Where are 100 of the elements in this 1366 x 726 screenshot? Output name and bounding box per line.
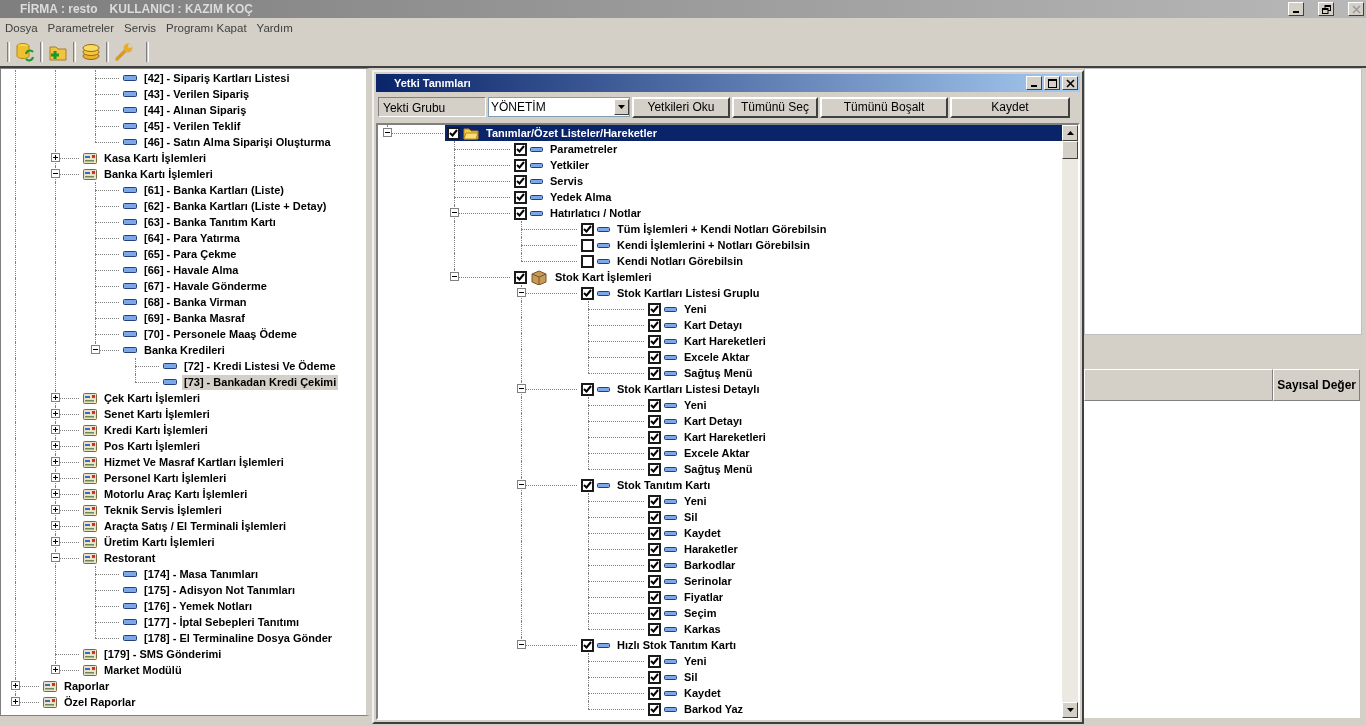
tree-item[interactable]: [178] - El Terminaline Dosya Gönder — [142, 630, 335, 646]
checkbox[interactable] — [648, 654, 661, 668]
checkbox[interactable] — [648, 334, 661, 348]
scrollbar[interactable] — [1062, 125, 1078, 718]
tree-item[interactable]: Personel Kartı İşlemleri — [102, 470, 229, 486]
tree-item[interactable]: [176] - Yemek Notları — [142, 598, 254, 614]
expand-toggle[interactable] — [51, 665, 60, 674]
checkbox[interactable] — [648, 558, 661, 572]
tree-item[interactable]: [177] - İptal Sebepleri Tanıtımı — [142, 614, 302, 630]
checkbox[interactable] — [648, 302, 661, 316]
checkbox[interactable] — [648, 686, 661, 700]
tree-item[interactable]: Servis — [512, 173, 1062, 189]
checkbox[interactable] — [447, 126, 460, 140]
checkbox[interactable] — [648, 398, 661, 412]
expand-toggle[interactable] — [51, 441, 60, 450]
expand-toggle[interactable] — [51, 169, 60, 178]
checkbox[interactable] — [648, 606, 661, 620]
expand-toggle[interactable] — [51, 457, 60, 466]
checkbox[interactable] — [581, 286, 594, 300]
tree-item[interactable]: Özel Raporlar — [62, 694, 138, 710]
tree-item[interactable]: Yeni — [646, 301, 1062, 317]
tree-item[interactable]: Yedek Alma — [512, 189, 1062, 205]
expand-toggle[interactable] — [517, 288, 526, 297]
tree-item[interactable]: [62] - Banka Kartları (Liste + Detay) — [142, 198, 329, 214]
minimize-button[interactable] — [1026, 76, 1042, 90]
tree-item[interactable]: Hızlı Stok Tanıtım Kartı — [579, 637, 1062, 653]
checkbox[interactable] — [648, 494, 661, 508]
tree-item[interactable]: Motorlu Araç Kartı İşlemleri — [102, 486, 250, 502]
tree-item[interactable]: Pos Kartı İşlemleri — [102, 438, 202, 454]
checkbox[interactable] — [648, 510, 661, 524]
tree-item[interactable]: Stok Kartları Listesi Detaylı — [579, 381, 1062, 397]
expand-toggle[interactable] — [51, 521, 60, 530]
expand-toggle[interactable] — [51, 553, 60, 562]
dialog-button[interactable]: Kaydet — [950, 96, 1070, 118]
tree-item[interactable]: [67] - Havale Gönderme — [142, 278, 269, 294]
checkbox[interactable] — [648, 462, 661, 476]
expand-toggle[interactable] — [11, 681, 20, 690]
tree-item[interactable]: [45] - Verilen Teklif — [142, 118, 243, 134]
expand-toggle[interactable] — [11, 697, 20, 706]
checkbox[interactable] — [581, 238, 594, 252]
tree-item[interactable]: Excele Aktar — [646, 349, 1062, 365]
tree-item[interactable]: Stok Tanıtım Kartı — [579, 477, 1062, 493]
tree-item[interactable]: Barkodlar — [646, 557, 1062, 573]
expand-toggle[interactable] — [51, 425, 60, 434]
tree-item[interactable]: Sil — [646, 669, 1062, 685]
expand-toggle[interactable] — [51, 537, 60, 546]
dropdown-button[interactable] — [614, 99, 629, 115]
tree-item[interactable]: Kart Hareketleri — [646, 429, 1062, 445]
tree-item[interactable]: Karkas — [646, 621, 1062, 637]
expand-toggle[interactable] — [91, 345, 100, 354]
close-button[interactable] — [1348, 2, 1364, 16]
checkbox[interactable] — [648, 702, 661, 716]
expand-toggle[interactable] — [51, 473, 60, 482]
tree-item[interactable]: Üretim Kartı İşlemleri — [102, 534, 217, 550]
tree-item[interactable]: Banka Kartı İşlemleri — [102, 166, 215, 182]
menu-item[interactable]: Dosya — [0, 22, 43, 34]
tree-item[interactable]: Teknik Servis İşlemleri — [102, 502, 224, 518]
tree-item[interactable]: Tanımlar/Özet Listeler/Hareketler — [445, 125, 1062, 141]
tree-item[interactable]: [61] - Banka Kartları (Liste) — [142, 182, 286, 198]
scroll-up-button[interactable] — [1062, 125, 1078, 141]
tree-item[interactable]: Serinolar — [646, 573, 1062, 589]
checkbox[interactable] — [648, 430, 661, 444]
tree-item[interactable]: [63] - Banka Tanıtım Kartı — [142, 214, 278, 230]
tree-item[interactable]: Kasa Kartı İşlemleri — [102, 150, 209, 166]
tree-item[interactable]: Çek Kartı İşlemleri — [102, 390, 202, 406]
tree-item[interactable]: [68] - Banka Virman — [142, 294, 249, 310]
checkbox[interactable] — [648, 622, 661, 636]
tree-item[interactable]: Hatırlatıcı / Notlar — [512, 205, 1062, 221]
menu-item[interactable]: Servis — [119, 22, 162, 34]
checkbox[interactable] — [514, 206, 527, 220]
tree-item[interactable]: Sil — [646, 509, 1062, 525]
close-button[interactable] — [1062, 76, 1078, 90]
menu-item[interactable]: Parametreler — [42, 22, 120, 34]
expand-toggle[interactable] — [517, 640, 526, 649]
tree-item[interactable]: Yeni — [646, 653, 1062, 669]
maximize-button[interactable] — [1044, 76, 1060, 90]
scroll-thumb[interactable] — [1062, 141, 1078, 159]
dialog-button[interactable]: Tümünü Boşalt — [820, 96, 948, 118]
checkbox[interactable] — [648, 366, 661, 380]
tree-item[interactable]: [44] - Alınan Sipariş — [142, 102, 249, 118]
tree-item[interactable]: Seçim — [646, 605, 1062, 621]
tree-item[interactable]: Kart Hareketleri — [646, 333, 1062, 349]
tree-item[interactable]: Yetkiler — [512, 157, 1062, 173]
tree-item[interactable]: [174] - Masa Tanımları — [142, 566, 261, 582]
tree-item[interactable]: Kart Detayı — [646, 317, 1062, 333]
expand-toggle[interactable] — [450, 208, 459, 217]
tree-item[interactable]: Kredi Kartı İşlemleri — [102, 422, 210, 438]
checkbox[interactable] — [514, 142, 527, 156]
tree-item[interactable]: [73] - Bankadan Kredi Çekimi — [182, 374, 339, 390]
checkbox[interactable] — [514, 270, 527, 284]
dialog-button[interactable]: Tümünü Seç — [732, 96, 818, 118]
tree-item[interactable]: [42] - Sipariş Kartları Listesi — [142, 70, 292, 86]
expand-toggle[interactable] — [51, 393, 60, 402]
checkbox[interactable] — [648, 446, 661, 460]
expand-toggle[interactable] — [517, 480, 526, 489]
tree-item[interactable]: [70] - Personele Maaş Ödeme — [142, 326, 299, 342]
tree-item[interactable]: Kendi İşlemlerini + Notları Görebilsin — [579, 237, 1062, 253]
tree-item[interactable]: Araçta Satış / El Terminali İşlemleri — [102, 518, 288, 534]
group-select[interactable]: YÖNETİM — [488, 97, 630, 117]
expand-toggle[interactable] — [51, 409, 60, 418]
